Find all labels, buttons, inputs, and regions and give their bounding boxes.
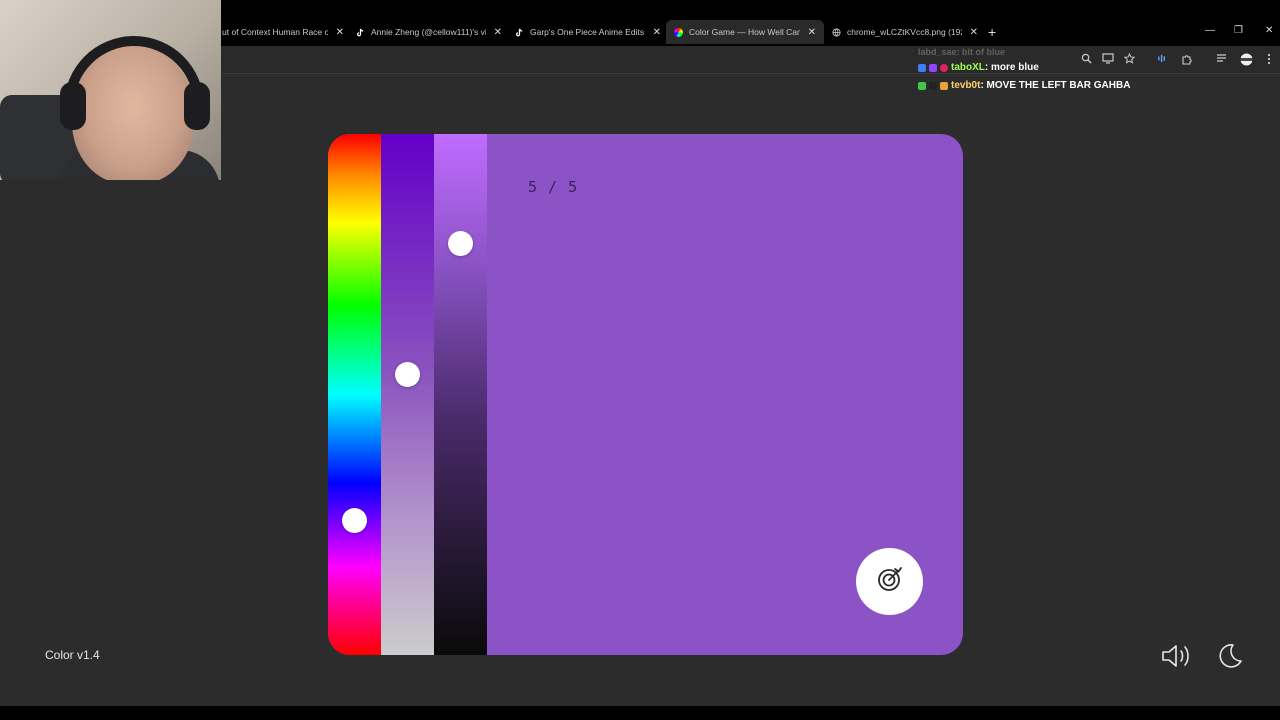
saturation-slider[interactable] — [381, 134, 434, 655]
color-wheel-icon — [674, 27, 683, 37]
chat-username: tevb0t — [951, 80, 981, 91]
tab-close-icon[interactable]: ✕ — [653, 27, 661, 38]
profile-avatar-icon[interactable] — [1240, 53, 1253, 69]
chat-username: taboXL — [951, 62, 985, 73]
bottom-strip — [0, 706, 1280, 720]
tab-close-icon[interactable]: ✕ — [970, 27, 978, 38]
stream-chat-overlay: labd_sae: bit of blue taboXL : more blue… — [918, 45, 1130, 95]
lightness-slider-knob[interactable] — [448, 231, 473, 256]
tab-title: Color Game — How Well Can Y — [689, 27, 800, 37]
sound-toggle-button[interactable] — [1160, 642, 1192, 675]
tab-close-icon[interactable]: ✕ — [336, 27, 344, 38]
chat-message: tevb0t : MOVE THE LEFT BAR GAHBA — [918, 77, 1130, 95]
tab-title: Garp's One Piece Anime Edits | — [530, 27, 645, 37]
round-counter: 5 / 5 — [528, 178, 579, 196]
hue-slider[interactable] — [328, 134, 381, 655]
tiktok-icon — [356, 28, 365, 37]
browser-tab[interactable]: ut of Context Human Race on ✕ — [222, 22, 344, 42]
saturation-slider-knob[interactable] — [395, 362, 420, 387]
speaker-icon — [1160, 645, 1192, 674]
tab-title: chrome_wLCZtKVcc8.png (1920 — [847, 27, 962, 37]
menu-kebab-icon[interactable] — [1267, 53, 1271, 68]
color-game-card: 5 / 5 — [328, 134, 963, 655]
chat-badge-icon — [918, 82, 926, 90]
tab-title: ut of Context Human Race on — [222, 27, 328, 37]
chat-text: : more blue — [984, 62, 1039, 73]
moon-icon — [1214, 644, 1244, 674]
browser-tab-active[interactable]: Color Game — How Well Can Y ✕ — [666, 20, 824, 44]
minimize-button[interactable]: — — [1205, 25, 1215, 36]
browser-tab[interactable]: Annie Zheng (@cellow111)'s vi ✕ — [356, 22, 502, 42]
new-tab-button[interactable]: + — [988, 24, 996, 40]
chat-badge-icon — [929, 82, 937, 90]
extensions-puzzle-icon[interactable] — [1181, 53, 1193, 68]
headphone-left-cup — [60, 82, 86, 130]
browser-tab[interactable]: chrome_wLCZtKVcc8.png (1920 ✕ — [832, 22, 978, 42]
globe-icon — [832, 27, 841, 37]
tab-title: Annie Zheng (@cellow111)'s vi — [371, 27, 486, 37]
chat-badge-icon — [918, 64, 926, 72]
tab-close-icon[interactable]: ✕ — [808, 27, 816, 38]
chat-badge-icon — [940, 64, 948, 72]
app-version-label: Color v1.4 — [45, 648, 100, 662]
restore-button[interactable]: ❐ — [1234, 25, 1243, 36]
tiktok-icon — [515, 28, 524, 37]
media-queue-icon[interactable] — [1216, 53, 1228, 67]
webcam-overlay — [0, 0, 221, 180]
theme-toggle-button[interactable] — [1214, 642, 1244, 675]
chat-message: taboXL : more blue — [918, 59, 1130, 77]
lightness-slider[interactable] — [434, 134, 487, 655]
window-close-button[interactable]: ✕ — [1265, 25, 1273, 36]
chat-text: : MOVE THE LEFT BAR GAHBA — [980, 80, 1131, 91]
target-arrow-icon — [876, 565, 904, 598]
submit-guess-button[interactable] — [856, 548, 923, 615]
tab-close-icon[interactable]: ✕ — [494, 27, 502, 38]
browser-tab[interactable]: Garp's One Piece Anime Edits | ✕ — [515, 22, 661, 42]
hue-slider-knob[interactable] — [342, 508, 367, 533]
chat-faded-line: labd_sae: bit of blue — [918, 47, 1006, 57]
chat-badge-icon — [929, 64, 937, 72]
headphone-right-cup — [184, 82, 210, 130]
chat-badge-icon — [940, 82, 948, 90]
extension-audio-icon[interactable] — [1157, 53, 1168, 67]
